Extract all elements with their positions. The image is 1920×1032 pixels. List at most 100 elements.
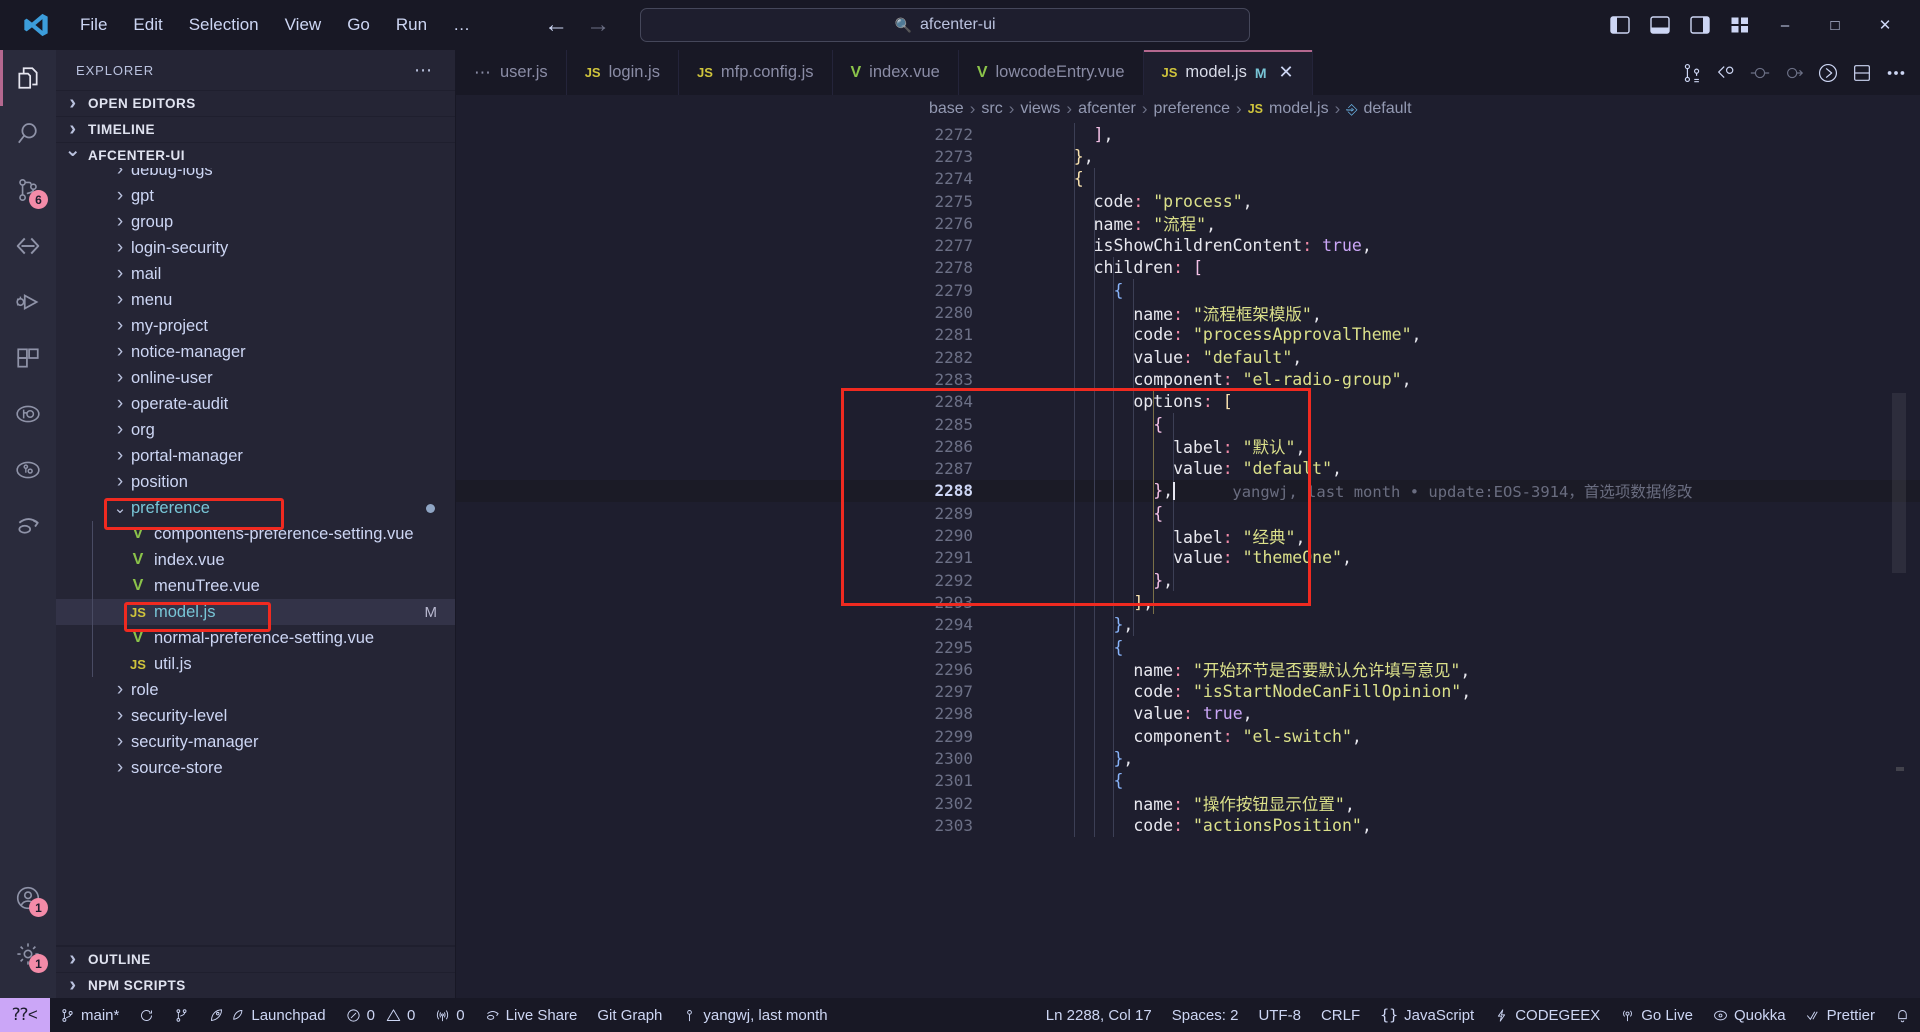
code-line[interactable]: 2273 }, (456, 145, 1920, 167)
activity-item-extensions[interactable] (0, 330, 56, 386)
tree-item-online-user[interactable]: › online-user (56, 365, 455, 391)
tree-item-util-js[interactable]: JS util.js (56, 651, 455, 677)
activity-item-remote-explorer[interactable] (0, 218, 56, 274)
remote-window-icon[interactable]: ⁇< (0, 998, 50, 1032)
menu-run[interactable]: Run (384, 10, 439, 40)
customize-layout-icon[interactable] (1722, 8, 1758, 42)
tab-overflow-icon[interactable]: ⋯ (474, 63, 492, 83)
breadcrumb[interactable]: base › src › views › afcenter › preferen… (456, 95, 1920, 123)
activity-item-git-graph[interactable] (0, 442, 56, 498)
toggle-secondary-sidebar-icon[interactable] (1682, 8, 1718, 42)
window-maximize-button[interactable]: □ (1812, 8, 1858, 42)
code-line[interactable]: 2287 value: "default", (456, 458, 1920, 480)
status-branch[interactable]: main* (50, 998, 129, 1032)
code-line[interactable]: 2294 }, (456, 614, 1920, 636)
status-sync[interactable] (129, 998, 164, 1032)
split-editor-icon[interactable] (1676, 57, 1708, 89)
status-notifications[interactable] (1885, 998, 1920, 1032)
code-line[interactable]: 2278 children: [ (456, 257, 1920, 279)
tree-item-model-js[interactable]: JS model.js M (56, 599, 455, 625)
tree-item-role[interactable]: › role (56, 677, 455, 703)
status-branch-switch[interactable] (164, 998, 199, 1032)
more-actions-icon[interactable]: ⋯ (402, 60, 445, 81)
tab-mfp-config-js[interactable]: JS mfp.config.js (679, 50, 833, 95)
tree-item-gpt[interactable]: › gpt (56, 183, 455, 209)
status-eol[interactable]: CRLF (1311, 998, 1370, 1032)
code-line[interactable]: 2284 options: [ (456, 391, 1920, 413)
activity-item-live-share[interactable] (0, 498, 56, 554)
tree-item-compontens-preference-setting-vue[interactable]: V compontens-preference-setting.vue (56, 521, 455, 547)
code-line[interactable]: 2290 label: "经典", (456, 524, 1920, 546)
tree-item-my-project[interactable]: › my-project (56, 313, 455, 339)
section-afcenter-ui[interactable]: AFCENTER-UI (56, 142, 455, 168)
code-line[interactable]: 2286 label: "默认", (456, 435, 1920, 457)
split-layout-icon[interactable] (1846, 57, 1878, 89)
code-line[interactable]: 2302 name: "操作按钮显示位置", (456, 792, 1920, 814)
tree-item-menu[interactable]: › menu (56, 287, 455, 313)
status-encoding[interactable]: UTF-8 (1248, 998, 1311, 1032)
circle-outline-icon[interactable] (1744, 57, 1776, 89)
tree-item-position[interactable]: › position (56, 469, 455, 495)
section-outline[interactable]: OUTLINE (56, 946, 455, 972)
status-ports[interactable]: 0 (425, 998, 474, 1032)
section-npm-scripts[interactable]: NPM SCRIPTS (56, 972, 455, 998)
close-icon[interactable]: ✕ (1279, 62, 1294, 83)
tree-item-org[interactable]: › org (56, 417, 455, 443)
menu-edit[interactable]: Edit (121, 10, 174, 40)
status-problems[interactable]: 0 0 (336, 998, 426, 1032)
tab-login-js[interactable]: JS login.js (567, 50, 679, 95)
status-git-graph[interactable]: Git Graph (587, 998, 672, 1032)
status-codegeex[interactable]: CODEGEEX (1484, 998, 1610, 1032)
code-editor[interactable]: 2272 ],2273 },2274 {2275 code: "process"… (456, 123, 1920, 998)
run-play-icon[interactable] (1812, 57, 1844, 89)
command-center[interactable]: 🔍 afcenter-ui (640, 8, 1250, 42)
status-live-share[interactable]: Live Share (475, 998, 588, 1032)
activity-item-search[interactable] (0, 106, 56, 162)
breadcrumb-item-default[interactable]: default (1363, 100, 1411, 118)
tree-item-menutree-vue[interactable]: V menuTree.vue (56, 573, 455, 599)
tree-item-index-vue[interactable]: V index.vue (56, 547, 455, 573)
inline-git-blame[interactable]: yangwj, last month • update:EOS-3914，首选项… (1232, 480, 1692, 502)
code-line[interactable]: 2301 { (456, 770, 1920, 792)
menu-more[interactable]: … (441, 10, 482, 40)
code-line[interactable]: 2293 ], (456, 591, 1920, 613)
editor-scrollbar[interactable] (1892, 123, 1906, 998)
status-git-blame[interactable]: yangwj, last month (672, 998, 837, 1032)
code-line[interactable]: 2276 name: "流程", (456, 212, 1920, 234)
code-line[interactable]: 2274 { (456, 168, 1920, 190)
code-line[interactable]: 2281 code: "processApprovalTheme", (456, 324, 1920, 346)
breadcrumb-item-base[interactable]: base (929, 100, 964, 118)
menu-file[interactable]: File (68, 10, 119, 40)
tab-index-vue[interactable]: V index.vue (833, 50, 959, 95)
window-close-button[interactable]: ✕ (1862, 8, 1908, 42)
code-line[interactable]: 2303 code: "actionsPosition", (456, 814, 1920, 836)
arrow-right-icon[interactable]: → (584, 13, 612, 37)
tree-item-preference[interactable]: ⌄ preference (56, 495, 455, 521)
tree-item-normal-preference-setting-vue[interactable]: V normal-preference-setting.vue (56, 625, 455, 651)
code-line[interactable]: 2280 name: "流程框架模版", (456, 301, 1920, 323)
activity-item-run-and-debug[interactable] (0, 274, 56, 330)
file-tree[interactable]: › debug-logs › gpt › group › login-secur… (56, 168, 455, 945)
status-quokka[interactable]: Quokka (1703, 998, 1796, 1032)
code-line[interactable]: 2295 { (456, 636, 1920, 658)
tree-item-security-manager[interactable]: › security-manager (56, 729, 455, 755)
activity-item-source-control[interactable]: 6 (0, 162, 56, 218)
code-line[interactable]: 2300 }, (456, 747, 1920, 769)
tree-item-security-level[interactable]: › security-level (56, 703, 455, 729)
menu-selection[interactable]: Selection (177, 10, 271, 40)
breadcrumb-item-views[interactable]: views (1020, 100, 1060, 118)
code-line[interactable]: 2272 ], (456, 123, 1920, 145)
code-line[interactable]: 2292 }, (456, 569, 1920, 591)
status-prettier[interactable]: Prettier (1796, 998, 1885, 1032)
status-launchpad[interactable]: Launchpad (199, 998, 335, 1032)
status-indentation[interactable]: Spaces: 2 (1162, 998, 1249, 1032)
circle-arrow-icon[interactable] (1778, 57, 1810, 89)
more-actions-icon[interactable] (1880, 57, 1912, 89)
code-line[interactable]: 2289 { (456, 502, 1920, 524)
arrow-left-icon[interactable]: ← (542, 13, 570, 37)
breadcrumb-item-model-js[interactable]: model.js (1269, 100, 1329, 118)
code-content[interactable]: 2272 ],2273 },2274 {2275 code: "process"… (456, 123, 1920, 998)
code-line[interactable]: 2297 code: "isStartNodeCanFillOpinion", (456, 681, 1920, 703)
code-line[interactable]: 2285 { (456, 413, 1920, 435)
tree-item-operate-audit[interactable]: › operate-audit (56, 391, 455, 417)
